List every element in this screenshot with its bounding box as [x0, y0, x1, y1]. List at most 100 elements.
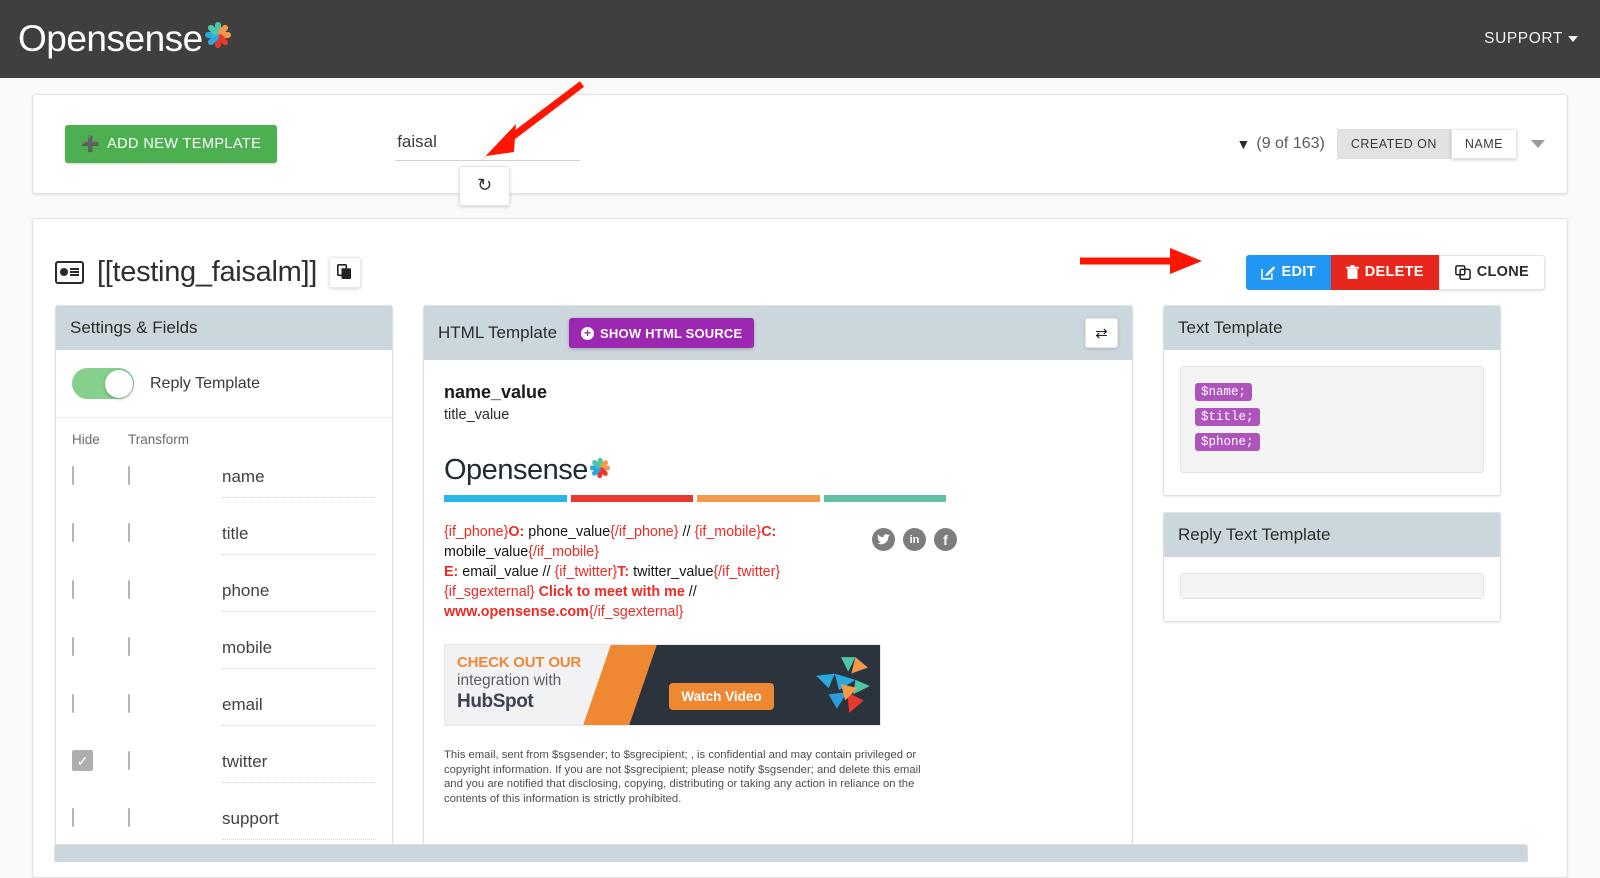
text-template-editor[interactable]: $name; $title; $phone;: [1180, 366, 1484, 473]
edit-button[interactable]: EDIT: [1245, 254, 1331, 290]
reply-template-label: Reply Template: [150, 374, 260, 392]
edit-label: EDIT: [1281, 264, 1316, 280]
html-template-preview: name_value title_value Opensense {if_pho…: [424, 360, 1132, 840]
hide-checkbox[interactable]: [72, 807, 74, 827]
hubspot-banner-art: Watch Video: [619, 645, 880, 725]
add-new-template-label: ADD NEW TEMPLATE: [107, 136, 262, 152]
hide-checkbox[interactable]: [72, 693, 74, 713]
signature-color-bar: [444, 495, 946, 502]
next-panel-header-peek: [54, 844, 1528, 862]
reset-search-button[interactable]: ↻: [459, 165, 511, 206]
refresh-preview-button[interactable]: ⇄: [1085, 318, 1118, 348]
html-template-panel: HTML Template + SHOW HTML SOURCE ⇄ name_…: [423, 305, 1133, 847]
reply-text-template-title: Reply Text Template: [1164, 513, 1500, 557]
color-bar-segment: [444, 495, 567, 502]
toolbar-card: ➕ ADD NEW TEMPLATE ↻ ▼ (9 of 163) CREATE…: [32, 94, 1568, 206]
field-row: mobile: [72, 618, 376, 675]
signature-line: {if_phone}O: phone_value{/if_phone} // {…: [444, 522, 844, 562]
banner-line-2: integration with: [457, 672, 562, 689]
signature-token: E:: [444, 564, 459, 580]
template-variable-chip[interactable]: $title;: [1195, 408, 1260, 426]
signature-token: {if_twitter}: [554, 564, 618, 580]
signature-token: {/if_sgexternal}: [588, 604, 684, 620]
signature-logo-text: Opensense: [444, 454, 588, 486]
signature-token: {/if_phone}: [610, 524, 679, 540]
reply-text-template-editor[interactable]: [1180, 573, 1484, 599]
template-action-buttons: EDIT DELETE CLONE: [1245, 254, 1545, 290]
signature-contact-block: {if_phone}O: phone_value{/if_phone} // {…: [444, 522, 1112, 622]
undo-reset-icon: ↻: [477, 175, 493, 195]
clone-button[interactable]: CLONE: [1438, 254, 1545, 290]
field-row: ✓ twitter: [72, 732, 376, 789]
field-name-label: support: [222, 809, 376, 840]
support-menu-label: SUPPORT: [1484, 30, 1563, 47]
signature-token: //: [678, 524, 695, 540]
contact-card-icon: [55, 260, 84, 284]
signature-line: E: email_value // {if_twitter}T: twitter…: [444, 562, 844, 582]
copy-template-button[interactable]: [328, 256, 361, 288]
signature-token: twitter_value: [629, 564, 714, 580]
hide-checkbox[interactable]: [72, 579, 74, 599]
fields-column-headers: Hide Transform: [72, 432, 376, 447]
html-template-header: HTML Template + SHOW HTML SOURCE ⇄: [424, 306, 1132, 360]
template-variable-chip[interactable]: $name;: [1195, 383, 1253, 401]
brand-name: Opensense: [18, 18, 203, 59]
brand-logo[interactable]: Opensense: [18, 19, 232, 59]
field-name-label: phone: [222, 581, 376, 612]
hide-checkbox[interactable]: [72, 636, 74, 656]
text-templates-column: Text Template $name; $title; $phone; Reply…: [1163, 305, 1501, 847]
text-template-panel: Text Template $name; $title; $phone;: [1163, 305, 1501, 496]
sort-name-button[interactable]: NAME: [1450, 129, 1517, 159]
twitter-icon[interactable]: [872, 528, 895, 551]
field-row: email: [72, 675, 376, 732]
linkedin-icon[interactable]: in: [903, 528, 926, 551]
html-template-title: HTML Template: [438, 323, 558, 342]
page-title: [[testing_faisalm]]: [97, 255, 317, 288]
fields-list: Hide Transform name title phone mobile email…: [56, 418, 392, 846]
show-html-source-button[interactable]: + SHOW HTML SOURCE: [569, 318, 755, 348]
signature-token: mobile_value: [444, 544, 529, 560]
transform-checkbox[interactable]: [128, 522, 130, 542]
delete-button[interactable]: DELETE: [1330, 254, 1439, 290]
transform-checkbox[interactable]: [128, 579, 130, 599]
template-variable-chip[interactable]: $phone;: [1195, 433, 1260, 451]
text-template-body: $name; $title; $phone;: [1164, 350, 1500, 495]
signature-disclaimer: This email, sent from $sgsender; to $sgr…: [444, 749, 921, 805]
signature-token: {/if_mobile}: [528, 544, 599, 560]
field-name-label: name: [222, 467, 376, 498]
add-new-template-button[interactable]: ➕ ADD NEW TEMPLATE: [65, 125, 278, 163]
field-name-label: mobile: [222, 638, 376, 669]
transform-checkbox[interactable]: [128, 693, 130, 713]
hide-column-header: Hide: [72, 432, 100, 447]
support-menu[interactable]: SUPPORT: [1484, 30, 1578, 48]
transform-checkbox[interactable]: [128, 750, 130, 770]
transform-checkbox[interactable]: [128, 807, 130, 827]
signature-contact-lines: {if_phone}O: phone_value{/if_phone} // {…: [444, 522, 844, 622]
signature-token: //: [684, 584, 697, 600]
field-row: support: [72, 789, 376, 846]
search-input[interactable]: [395, 127, 581, 161]
toolbar-right-controls: ▼ (9 of 163) CREATED ON NAME: [1237, 129, 1545, 159]
signature-token: {if_phone}: [444, 524, 509, 540]
signature-token: {if_sgexternal}: [444, 584, 535, 600]
signature-line: {if_sgexternal} Click to meet with me //…: [444, 582, 844, 622]
transform-checkbox[interactable]: [128, 636, 130, 656]
signature-token: C:: [761, 524, 777, 540]
show-html-source-label: SHOW HTML SOURCE: [600, 325, 743, 341]
reply-template-toggle[interactable]: [72, 368, 134, 399]
signature-token: email_value: [458, 564, 539, 580]
watch-video-button[interactable]: Watch Video: [669, 682, 774, 710]
sort-created-on-button[interactable]: CREATED ON: [1336, 129, 1451, 159]
hide-checkbox[interactable]: ✓: [72, 750, 93, 771]
hubspot-banner[interactable]: CHECK OUT OUR integration with HubSpot W…: [444, 644, 881, 726]
signature-token: www.opensense.com: [444, 604, 589, 620]
expand-chevron-icon[interactable]: [1531, 140, 1545, 148]
color-bar-segment: [570, 495, 693, 502]
hide-checkbox[interactable]: [72, 465, 74, 485]
delete-label: DELETE: [1364, 264, 1424, 280]
filter-icon[interactable]: ▼: [1237, 136, 1251, 152]
transform-checkbox[interactable]: [128, 465, 130, 485]
transform-column-header: Transform: [128, 432, 190, 447]
facebook-icon[interactable]: f: [934, 528, 957, 551]
hide-checkbox[interactable]: [72, 522, 74, 542]
